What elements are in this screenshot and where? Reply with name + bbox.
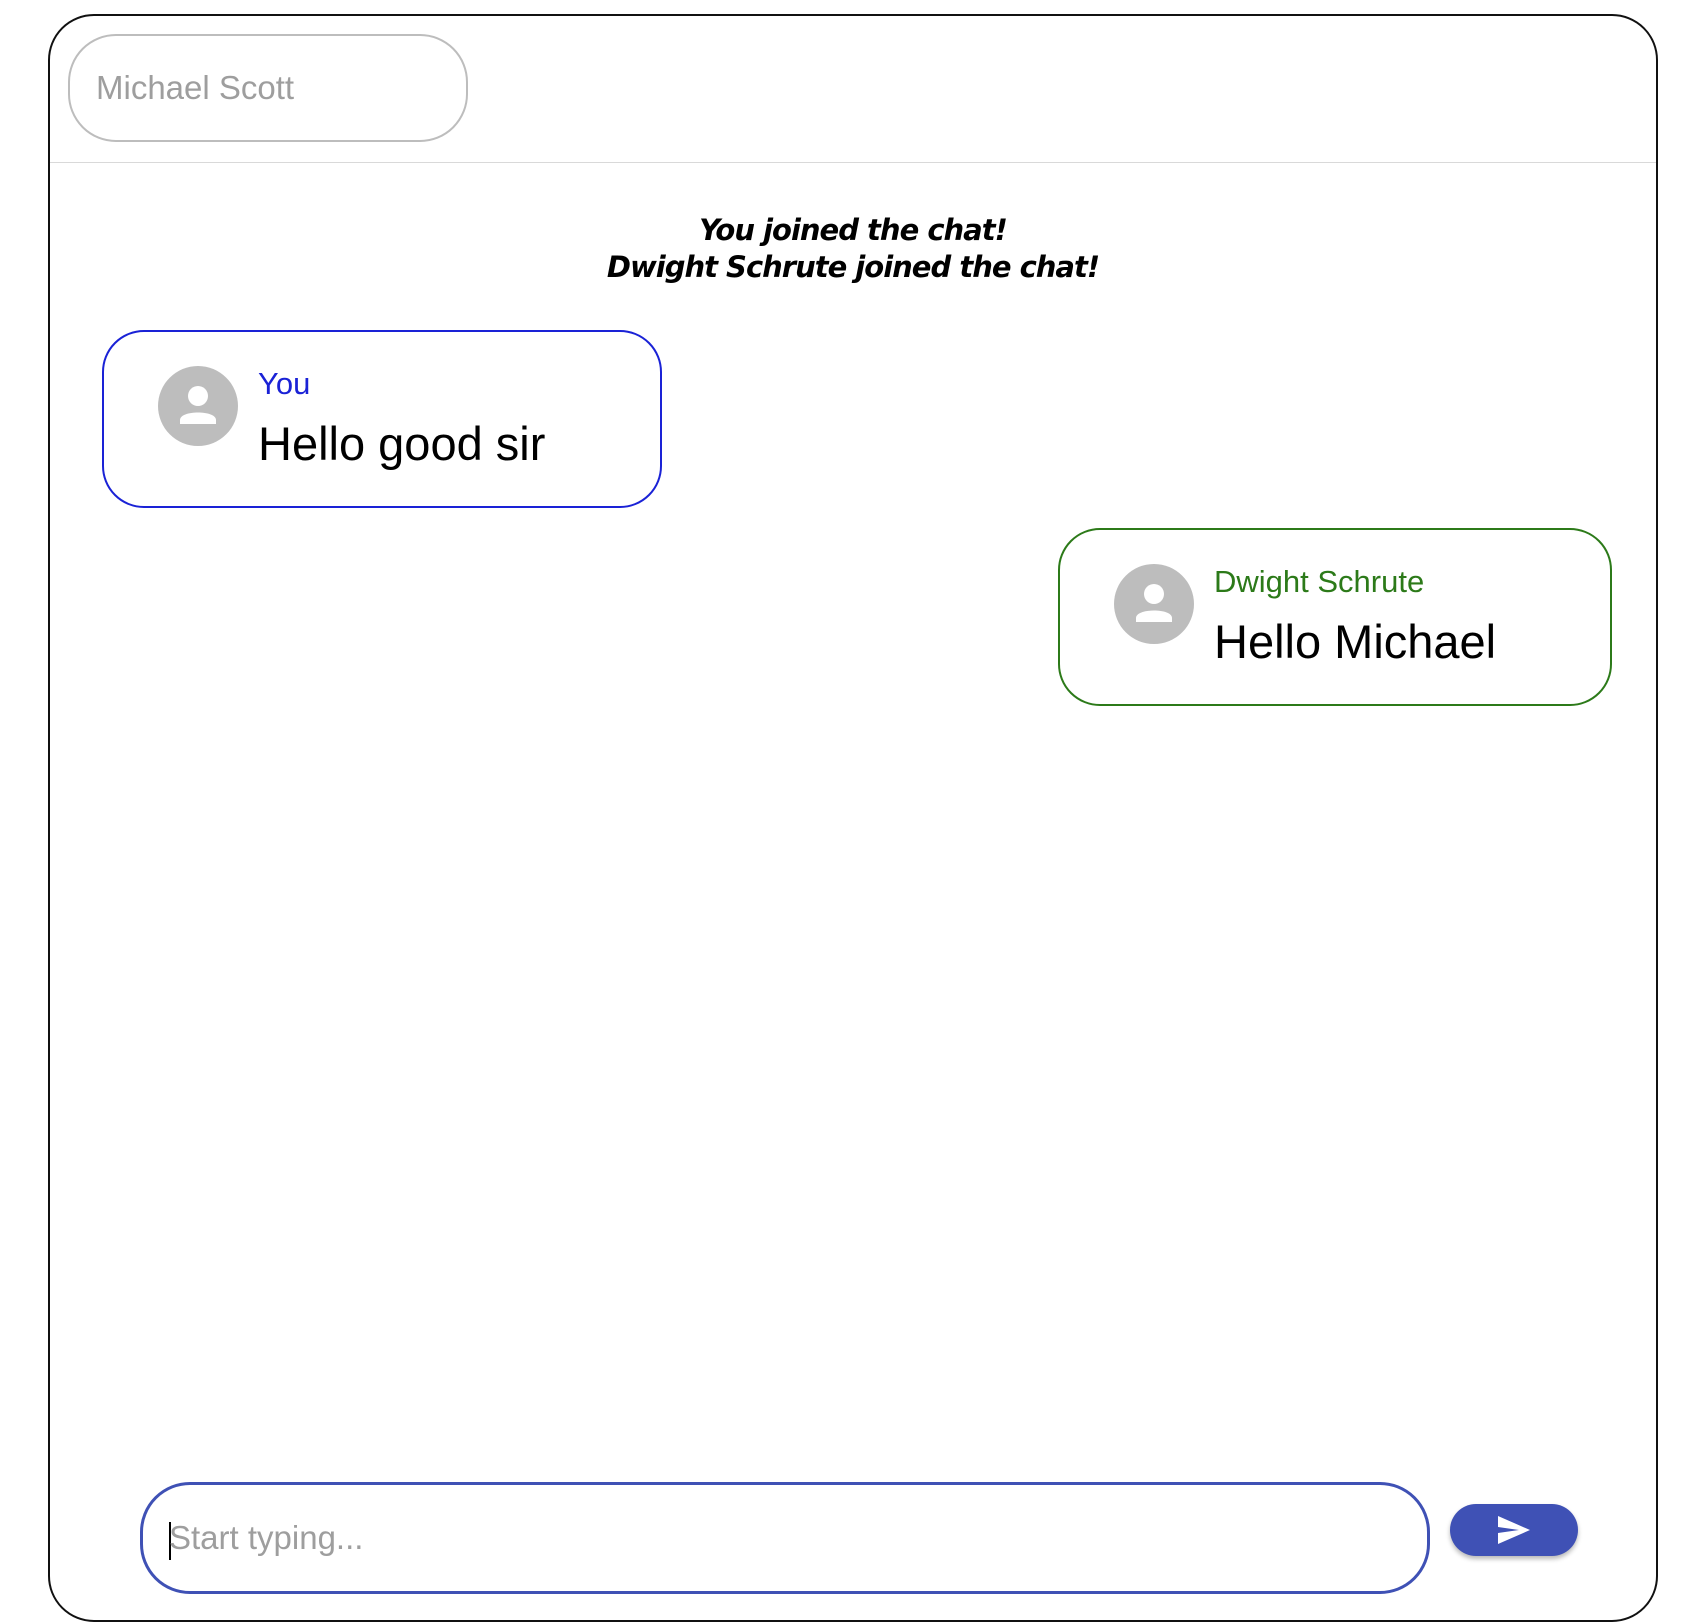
system-messages: You joined the chat! Dwight Schrute join…	[50, 212, 1656, 286]
send-button[interactable]	[1450, 1504, 1578, 1556]
send-icon	[1498, 1516, 1530, 1544]
message-text: Hello good sir	[258, 417, 546, 470]
message-sender: You	[258, 366, 311, 401]
message-sender: Dwight Schrute	[1214, 564, 1425, 599]
message-bubble-you: You Hello good sir	[102, 330, 662, 508]
message-text: Hello Michael	[1214, 615, 1497, 668]
chat-header	[50, 16, 1656, 163]
username-field[interactable]	[68, 34, 468, 142]
system-message: Dwight Schrute joined the chat!	[606, 250, 1100, 284]
avatar	[158, 366, 238, 446]
message-bubble-dwight: Dwight Schrute Hello Michael	[1058, 528, 1612, 706]
person-icon	[180, 386, 216, 424]
message-input[interactable]	[169, 1485, 1399, 1591]
person-icon	[1136, 584, 1172, 622]
message-composer[interactable]	[140, 1482, 1430, 1594]
avatar	[1114, 564, 1194, 644]
system-message: You joined the chat!	[699, 213, 1008, 247]
chat-window: You joined the chat! Dwight Schrute join…	[48, 14, 1658, 1622]
